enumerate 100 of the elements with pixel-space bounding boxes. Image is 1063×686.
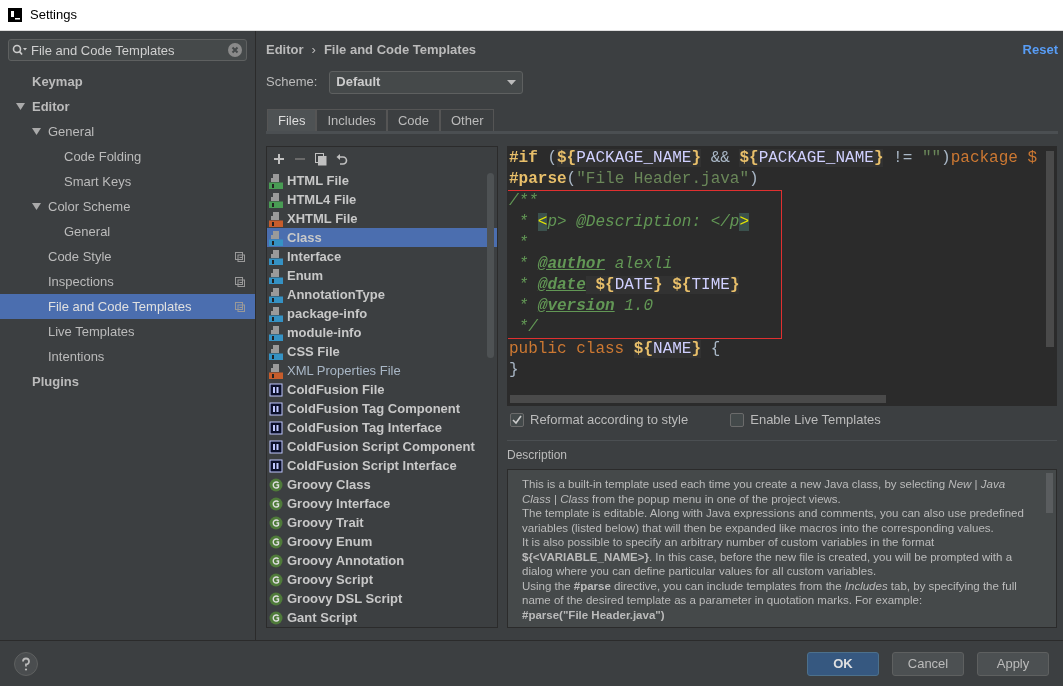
checkbox[interactable]: Enable Live Templates — [730, 410, 881, 430]
file-template-icon — [269, 305, 283, 322]
tree-item[interactable]: Code Style — [0, 244, 255, 269]
file-template-icon — [269, 343, 283, 360]
tree-item[interactable]: Editor — [0, 94, 255, 119]
expanded-arrow-icon[interactable] — [32, 202, 41, 211]
coldfusion-file-icon — [269, 381, 283, 398]
description-text: It is also possible to specify an arbitrary number of custom variables in the format ${<VARIABLE_NAME>}. In this case, before the new file is created, you will be prompted with a dialog where you can define particular values for all custom variables. — [522, 535, 1014, 579]
file-template-icon — [269, 210, 283, 227]
section-title: Description — [507, 446, 568, 464]
reset-link[interactable]: Reset — [1022, 40, 1058, 60]
tree-item[interactable]: Code Folding — [0, 144, 255, 169]
file-template-icon — [269, 229, 283, 246]
template-item[interactable]: Groovy DSL Script — [267, 589, 497, 608]
code-line: #parse("File Header.java") — [508, 169, 760, 190]
scheme-label: Scheme: — [266, 73, 318, 92]
template-item[interactable]: AnnotationType — [267, 285, 497, 304]
groovy-file-icon — [269, 514, 283, 531]
template-item[interactable]: ColdFusion Tag Interface — [267, 418, 497, 437]
groovy-file-icon — [269, 552, 283, 569]
undo-icon[interactable] — [336, 153, 348, 165]
file-template-icon — [269, 324, 283, 341]
template-item[interactable]: ColdFusion File — [267, 380, 497, 399]
expanded-arrow-icon[interactable] — [16, 102, 25, 111]
groovy-file-icon — [269, 476, 283, 493]
file-template-icon — [269, 362, 283, 379]
dialog-button[interactable]: OK — [807, 651, 879, 676]
tree-item[interactable]: Smart Keys — [0, 169, 255, 194]
template-item[interactable]: CSS File — [267, 342, 497, 361]
template-item[interactable]: ColdFusion Script Component — [267, 437, 497, 456]
tree-item[interactable]: Keymap — [0, 69, 255, 94]
code-line: } — [508, 360, 520, 381]
code-line: * @author alexli — [517, 254, 674, 275]
coldfusion-file-icon — [269, 457, 283, 474]
code-line: */ — [517, 317, 539, 338]
template-item[interactable]: Groovy Annotation — [267, 551, 497, 570]
template-item[interactable]: ColdFusion Tag Component — [267, 399, 497, 418]
groovy-file-icon — [269, 590, 283, 607]
template-item[interactable]: Groovy Interface — [267, 494, 497, 513]
code-line: * @date ${DATE} ${TIME} — [517, 275, 741, 296]
template-item[interactable]: Class — [267, 228, 497, 247]
code-line: /** — [508, 191, 539, 212]
template-item[interactable]: module-info — [267, 323, 497, 342]
scrollbar[interactable] — [1046, 151, 1054, 347]
breadcrumb-item: File and Code Templates — [323, 41, 477, 60]
template-item[interactable]: Groovy Trait — [267, 513, 497, 532]
file-template-icon — [269, 172, 283, 189]
breadcrumb-separator: › — [311, 41, 316, 60]
copy-icon[interactable] — [315, 152, 327, 166]
groovy-file-icon — [269, 609, 283, 626]
tree-item[interactable]: Plugins — [0, 369, 255, 394]
search-field[interactable]: File and Code Templates — [8, 39, 247, 61]
dialog-button[interactable]: Apply — [977, 651, 1049, 676]
coldfusion-file-icon — [269, 419, 283, 436]
file-template-icon — [269, 248, 283, 265]
scrollbar[interactable] — [510, 395, 886, 403]
add-icon[interactable] — [273, 153, 285, 165]
tree-item[interactable]: General — [0, 119, 255, 144]
help-icon[interactable] — [14, 651, 38, 676]
tab[interactable]: Files — [267, 109, 317, 131]
tree-item[interactable]: General — [0, 219, 255, 244]
tab[interactable]: Code — [386, 109, 440, 131]
expanded-arrow-icon[interactable] — [32, 127, 41, 136]
tab[interactable]: Other — [439, 109, 495, 131]
groovy-file-icon — [269, 533, 283, 550]
groovy-file-icon — [269, 571, 283, 588]
tab[interactable]: Includes — [316, 109, 387, 131]
clear-icon[interactable] — [228, 43, 242, 57]
file-template-icon — [269, 191, 283, 208]
checkbox[interactable]: Reformat according to style — [510, 410, 689, 430]
tree-item[interactable]: Inspections — [0, 269, 255, 294]
scrollbar[interactable] — [487, 173, 494, 358]
window-title: Settings — [30, 6, 77, 25]
template-item[interactable]: XML Properties File — [267, 361, 497, 380]
template-item[interactable]: Interface — [267, 247, 497, 266]
template-item[interactable]: XHTML File — [267, 209, 497, 228]
description-text: Using the #parse directive, you can include templates from the Includes tab, by specifying the full name of the desired template as a parameter in quotation marks. For example: — [522, 578, 1018, 608]
tree-item[interactable]: File and Code Templates — [0, 294, 255, 319]
template-item[interactable]: Groovy Enum — [267, 532, 497, 551]
template-item[interactable]: Gant Script — [267, 608, 497, 627]
template-item[interactable]: HTML File — [267, 171, 497, 190]
check-icon — [512, 415, 522, 425]
dialog-button[interactable]: Cancel — [892, 651, 964, 676]
template-item[interactable]: Groovy Class — [267, 475, 497, 494]
template-item[interactable]: package-info — [267, 304, 497, 323]
template-item[interactable]: Groovy Script — [267, 570, 497, 589]
scheme-dropdown[interactable]: Default — [329, 70, 524, 94]
dropdown-arrow-icon — [507, 79, 517, 85]
tree-item[interactable]: Intentions — [0, 344, 255, 369]
file-template-icon — [269, 267, 283, 284]
breadcrumb-item[interactable]: Editor — [266, 40, 304, 60]
code-editor[interactable]: #if (${PACKAGE_NAME} && ${PACKAGE_NAME} != "")package $ #parse("File Header.java") /** * <p> @Description: </p> * * @author alexli * @date ${DATE} ${TIME} * @version 1.0 */ public class ${NAME} { } — [507, 146, 1057, 406]
coldfusion-file-icon — [269, 400, 283, 417]
template-item[interactable]: ColdFusion Script Interface — [267, 456, 497, 475]
template-item[interactable]: Enum — [267, 266, 497, 285]
coldfusion-file-icon — [269, 438, 283, 455]
tree-item[interactable]: Live Templates — [0, 319, 255, 344]
template-item[interactable]: HTML4 File — [267, 190, 497, 209]
code-line: * <p> @Description: </p> — [517, 212, 751, 233]
tree-item[interactable]: Color Scheme — [0, 194, 255, 219]
